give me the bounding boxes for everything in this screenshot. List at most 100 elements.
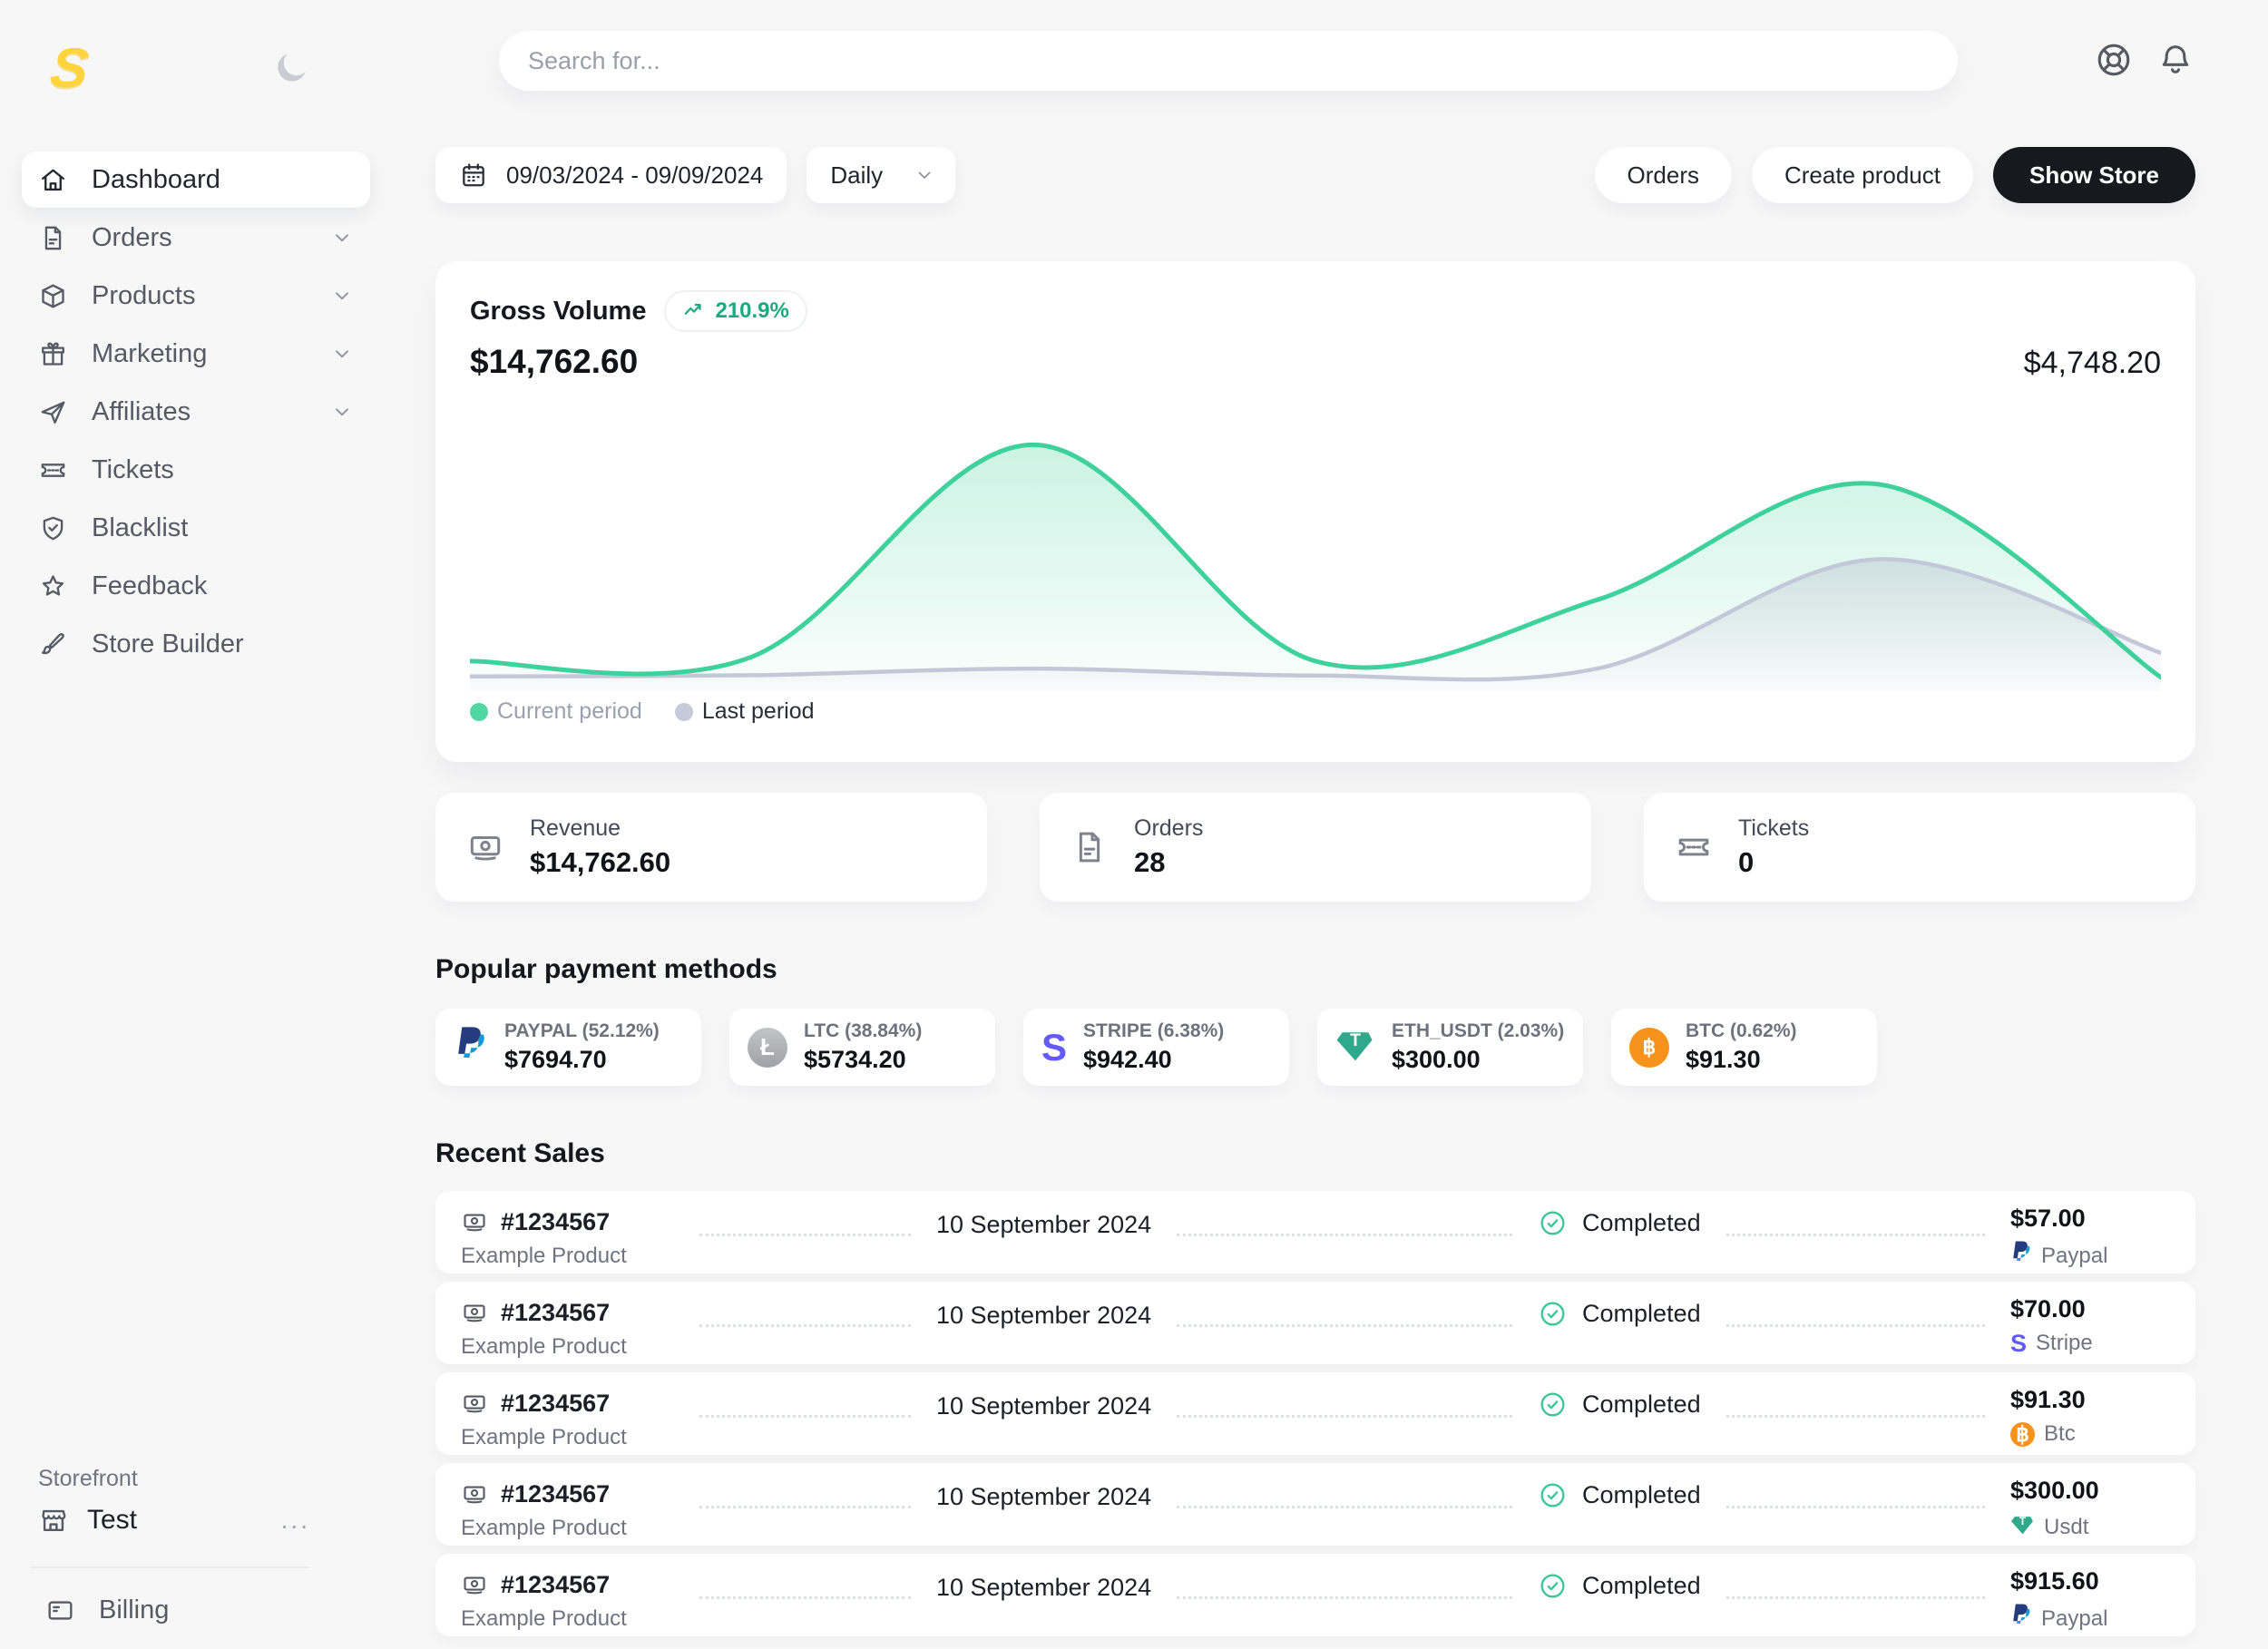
legend-dot-last: [675, 703, 693, 721]
check-circle-icon: [1538, 1299, 1568, 1329]
dotted-leader: [1726, 1506, 1985, 1508]
sidebar-item-label: Affiliates: [92, 397, 191, 427]
payment-amount: $942.40: [1083, 1046, 1224, 1074]
banknote-icon: [466, 828, 504, 866]
storefront-name: Test: [87, 1505, 137, 1536]
sale-amount: $91.30: [2010, 1386, 2165, 1419]
trending-up-icon: [682, 299, 706, 323]
tether-icon: T: [2010, 1512, 2035, 1543]
legend-current-period: Current period: [470, 698, 642, 725]
create-product-button[interactable]: Create product: [1752, 147, 1973, 203]
date-range-picker[interactable]: 09/03/2024 - 09/09/2024: [435, 147, 787, 203]
app-logo: S: [47, 36, 92, 101]
payment-card-btc: ฿ BTC (0.62%) $91.30: [1611, 1009, 1877, 1086]
sale-amount: $57.00: [2010, 1205, 2165, 1237]
sidebar-item-label: Blacklist: [92, 513, 188, 543]
show-store-button[interactable]: Show Store: [1993, 147, 2195, 203]
payment-card-stripe: S STRIPE (6.38%) $942.40: [1023, 1009, 1289, 1086]
litecoin-icon: Ł: [748, 1028, 787, 1068]
sale-row[interactable]: #1234567 Example Product 10 September 20…: [435, 1554, 2195, 1636]
ticket-icon: [38, 455, 68, 485]
document-icon: [1070, 828, 1109, 866]
life-buoy-icon: [2094, 40, 2134, 83]
sidebar-item-blacklist[interactable]: Blacklist: [22, 500, 370, 556]
sidebar-item-billing[interactable]: Billing: [38, 1595, 310, 1625]
banknote-icon: [461, 1390, 488, 1417]
sale-row[interactable]: #1234567 Example Product 10 September 20…: [435, 1463, 2195, 1546]
sidebar-item-marketing[interactable]: Marketing: [22, 326, 370, 382]
sidebar-item-label: Feedback: [92, 571, 207, 601]
dotted-leader: [1726, 1324, 1985, 1327]
sale-status: Completed: [1538, 1571, 1701, 1601]
svg-text:T: T: [2019, 1515, 2027, 1527]
storefront-menu-button[interactable]: ...: [281, 1506, 310, 1535]
stat-value: $14,762.60: [530, 846, 670, 879]
chart-legend: Current period Last period: [470, 698, 2161, 725]
orders-button[interactable]: Orders: [1595, 147, 1732, 203]
sale-amount: $300.00: [2010, 1477, 2165, 1509]
gross-volume-title: Gross Volume: [470, 297, 646, 327]
sale-method: Paypal: [2010, 1603, 2165, 1634]
topbar: [435, 0, 2195, 122]
notifications-button[interactable]: [2156, 40, 2195, 83]
sidebar-item-store-builder[interactable]: Store Builder: [22, 616, 370, 672]
dotted-leader: [699, 1234, 911, 1236]
stripe-icon: S: [1041, 1029, 1067, 1067]
stat-cards: Revenue $14,762.60 Orders 28 Tickets 0: [435, 793, 2195, 902]
sale-status: Completed: [1538, 1480, 1701, 1510]
star-icon: [38, 571, 68, 601]
sidebar-item-products[interactable]: Products: [22, 268, 370, 324]
sidebar-item-feedback[interactable]: Feedback: [22, 558, 370, 614]
revenue-card: Revenue $14,762.60: [435, 793, 987, 902]
stat-label: Tickets: [1738, 815, 1809, 842]
sale-row[interactable]: #1234567 Example Product 10 September 20…: [435, 1191, 2195, 1273]
dotted-leader: [699, 1506, 911, 1508]
sidebar-item-tickets[interactable]: Tickets: [22, 442, 370, 498]
payment-label: PAYPAL (52.12%): [504, 1020, 660, 1042]
sidebar-item-dashboard[interactable]: Dashboard: [22, 151, 370, 208]
sale-order-id: #1234567: [501, 1208, 610, 1236]
sale-amount: $915.60: [2010, 1567, 2165, 1600]
payment-card-paypal: PAYPAL (52.12%) $7694.70: [435, 1009, 701, 1086]
dark-mode-toggle[interactable]: [270, 47, 314, 91]
check-circle-icon: [1538, 1480, 1568, 1510]
storefront-selector[interactable]: Test ...: [38, 1505, 310, 1536]
dotted-leader: [1177, 1596, 1512, 1599]
storefront-icon: [38, 1505, 69, 1536]
gross-volume-change: 210.9%: [715, 298, 788, 324]
payments-title: Popular payment methods: [435, 954, 2195, 985]
main-content: 09/03/2024 - 09/09/2024 Daily Orders Cre…: [390, 0, 2268, 1649]
help-button[interactable]: [2094, 40, 2134, 83]
sidebar-item-orders[interactable]: Orders: [22, 210, 370, 266]
sale-product: Example Product: [461, 1334, 674, 1360]
gift-icon: [38, 339, 68, 369]
gross-volume-card: Gross Volume 210.9% $14,762.60 $4,748.20: [435, 261, 2195, 762]
interval-value: Daily: [830, 161, 883, 190]
toolbar: 09/03/2024 - 09/09/2024 Daily Orders Cre…: [435, 147, 2195, 203]
payment-card-eth-usdt: T ETH_USDT (2.03%) $300.00: [1317, 1009, 1583, 1086]
document-icon: [38, 223, 68, 253]
sale-date: 10 September 2024: [936, 1392, 1151, 1420]
dotted-leader: [1177, 1506, 1512, 1508]
sidebar-item-affiliates[interactable]: Affiliates: [22, 384, 370, 440]
sale-method: TUsdt: [2010, 1512, 2165, 1543]
dotted-leader: [1726, 1415, 1985, 1418]
payment-label: STRIPE (6.38%): [1083, 1020, 1224, 1042]
gross-volume-chart: [470, 385, 2161, 691]
sale-row[interactable]: #1234567 Example Product 10 September 20…: [435, 1282, 2195, 1364]
stripe-icon: S: [2010, 1332, 2027, 1356]
ticket-icon: [1675, 828, 1713, 866]
dotted-leader: [1177, 1234, 1512, 1236]
gross-volume-last-total: $4,748.20: [2024, 346, 2161, 381]
search-input[interactable]: [499, 31, 1958, 91]
paintbrush-icon: [38, 629, 68, 659]
interval-select[interactable]: Daily: [807, 147, 955, 203]
sale-date: 10 September 2024: [936, 1211, 1151, 1239]
bitcoin-icon: ฿: [2010, 1422, 2035, 1447]
moon-icon: [272, 47, 312, 87]
payment-amount: $91.30: [1686, 1046, 1797, 1074]
sale-row[interactable]: #1234567 Example Product 10 September 20…: [435, 1372, 2195, 1455]
sidebar-item-label: Marketing: [92, 339, 207, 369]
payment-method-cards: PAYPAL (52.12%) $7694.70 Ł LTC (38.84%) …: [435, 1009, 2195, 1086]
check-circle-icon: [1538, 1390, 1568, 1420]
